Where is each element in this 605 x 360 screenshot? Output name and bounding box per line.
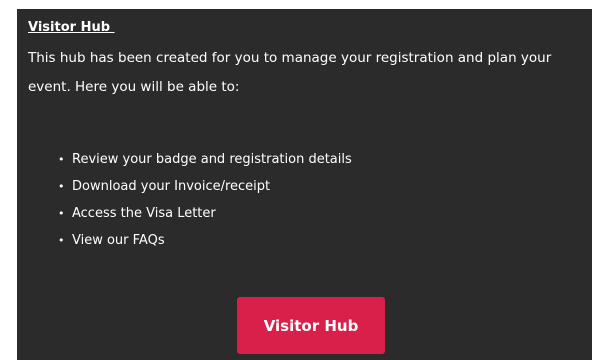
- list-item-label: Review your badge and registration detai…: [72, 152, 352, 167]
- list-item: • Download your Invoice/receipt: [58, 173, 352, 200]
- list-item-label: View our FAQs: [72, 233, 165, 248]
- list-item: • Access the Visa Letter: [58, 200, 352, 227]
- bullet-icon: •: [58, 153, 65, 166]
- hub-intro-text: This hub has been created for you to man…: [28, 50, 552, 95]
- bullet-icon: •: [58, 207, 65, 220]
- list-item: • View our FAQs: [58, 227, 352, 254]
- bullet-icon: •: [58, 180, 65, 193]
- bullet-icon: •: [58, 234, 65, 247]
- list-item-label: Download your Invoice/receipt: [72, 179, 271, 194]
- hub-title[interactable]: Visitor Hub: [28, 20, 115, 35]
- list-item-label: Access the Visa Letter: [72, 206, 216, 221]
- visitor-hub-panel: Visitor Hub This hub has been created fo…: [17, 9, 592, 360]
- feature-list: • Review your badge and registration deta…: [58, 146, 352, 254]
- list-item: • Review your badge and registration deta…: [58, 146, 352, 173]
- visitor-hub-button[interactable]: Visitor Hub: [237, 297, 385, 354]
